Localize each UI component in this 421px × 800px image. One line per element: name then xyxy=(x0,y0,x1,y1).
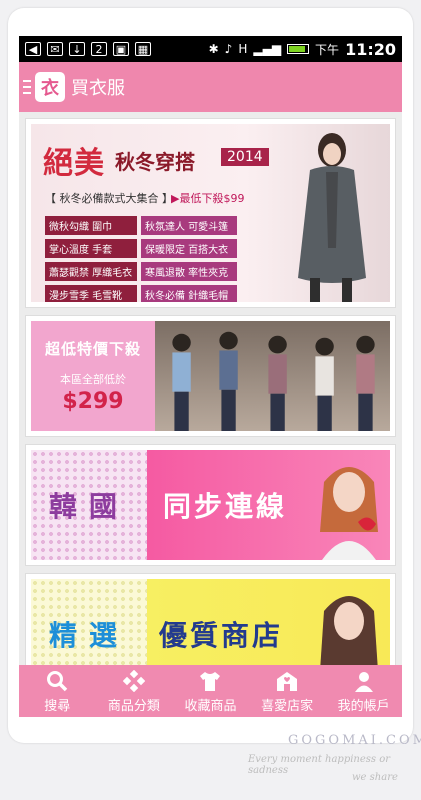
winter-item: 掌心溫度 手套 xyxy=(45,239,137,258)
app-logo[interactable]: 衣 xyxy=(35,72,65,102)
tab-label: 商品分類 xyxy=(107,698,160,714)
winter-outfits-banner[interactable]: 絕美 秋冬穿搭 2014 【 秋冬必備款式大集合 】 ▶最低下殺$99 微秋勾織… xyxy=(25,118,396,308)
tab-favorites[interactable]: 收藏商品 xyxy=(172,665,249,717)
menu-icon[interactable] xyxy=(23,80,31,94)
app-icon: ▦ xyxy=(135,42,151,56)
phone-screen: ◀ ✉ ↓ 2 ▣ ▦ ✱ ♪ H ▂▄▆ 下午 11:20 衣 買衣服 絕美 … xyxy=(19,36,402,717)
sale-text-panel: 超低特價下殺 本區全部低於 $299 xyxy=(31,321,155,431)
winter-item: 保暖限定 百搭大衣 xyxy=(141,239,237,258)
download-icon: ↓ xyxy=(69,42,85,56)
tab-label: 收藏商品 xyxy=(184,698,237,714)
quality-stores-banner[interactable]: 精選 優質商店 xyxy=(25,573,396,665)
battery-icon xyxy=(287,44,310,54)
winter-item-grid: 微秋勾織 圍巾 秋氛達人 可愛斗篷 掌心溫度 手套 保暖限定 百搭大衣 蕭瑟觀禁… xyxy=(45,216,237,302)
winter-subtitle: 【 秋冬必備款式大集合 】 xyxy=(45,192,173,205)
tab-category[interactable]: 商品分類 xyxy=(96,665,173,717)
shirt-icon xyxy=(198,669,222,693)
winter-item: 秋氛達人 可愛斗篷 xyxy=(141,216,237,235)
category-icon xyxy=(122,669,146,693)
winter-year-badge: 2014 xyxy=(221,148,269,166)
sale-price: $299 xyxy=(62,389,124,414)
app-bar: 衣 買衣服 xyxy=(19,62,402,112)
ampm-label: 下午 xyxy=(315,42,340,57)
models-group-photo xyxy=(155,321,390,431)
tab-search[interactable]: 搜尋 xyxy=(19,665,96,717)
app-title: 買衣服 xyxy=(71,78,125,99)
status-bar: ◀ ✉ ↓ 2 ▣ ▦ ✱ ♪ H ▂▄▆ 下午 11:20 xyxy=(19,36,402,62)
back-icon: ◀ xyxy=(25,42,41,56)
winter-headline-b: 秋冬穿搭 xyxy=(115,150,195,174)
image-icon: ▣ xyxy=(113,42,129,56)
winter-item: 微秋勾織 圍巾 xyxy=(45,216,137,235)
bottom-tab-bar: 搜尋 商品分類 收藏商品 喜愛店家 我的帳戶 xyxy=(19,665,402,717)
winter-item: 蕭瑟觀禁 厚織毛衣 xyxy=(45,262,137,281)
korea-left-text: 韓國 xyxy=(31,450,147,560)
tab-account[interactable]: 我的帳戶 xyxy=(325,665,402,717)
select-model-photo xyxy=(320,596,378,665)
select-left-text: 精選 xyxy=(31,579,147,665)
winter-item: 秋冬必備 針織毛帽 xyxy=(141,285,237,302)
hplus-icon: H xyxy=(238,42,248,56)
mail-icon: ✉ xyxy=(47,42,63,56)
clock: 11:20 xyxy=(345,39,396,59)
sale-subtitle: 本區全部低於 xyxy=(60,373,126,386)
winter-promo: ▶最低下殺$99 xyxy=(171,192,245,205)
korea-model-photo xyxy=(320,467,378,560)
store-icon xyxy=(275,669,299,693)
tab-label: 喜愛店家 xyxy=(261,698,314,714)
tab-stores[interactable]: 喜愛店家 xyxy=(249,665,326,717)
watermark-site: GOGOMAI.COM xyxy=(288,733,421,748)
winter-item: 漫步雪季 毛雪靴 xyxy=(45,285,137,302)
sale-title: 超低特價下殺 xyxy=(44,340,141,358)
winter-item: 寒風退散 率性夾克 xyxy=(141,262,237,281)
sale-banner[interactable]: 超低特價下殺 本區全部低於 $299 xyxy=(25,315,396,437)
bluetooth-icon: ✱ xyxy=(208,42,219,56)
model-coat-photo xyxy=(298,133,366,302)
account-icon xyxy=(352,669,376,693)
tab-label: 我的帳戶 xyxy=(337,698,390,714)
banner-feed: 絕美 秋冬穿搭 2014 【 秋冬必備款式大集合 】 ▶最低下殺$99 微秋勾織… xyxy=(19,112,402,665)
search-icon xyxy=(45,669,69,693)
signal-icon: ▂▄▆ xyxy=(253,42,282,56)
watermark-line2: we share xyxy=(352,772,398,783)
tab-label: 搜尋 xyxy=(44,698,71,714)
korea-sync-banner[interactable]: 韓國 同步連線 xyxy=(25,444,396,566)
calendar-icon: 2 xyxy=(91,42,107,56)
mute-icon: ♪ xyxy=(224,42,233,56)
winter-headline-a: 絕美 xyxy=(43,146,105,181)
